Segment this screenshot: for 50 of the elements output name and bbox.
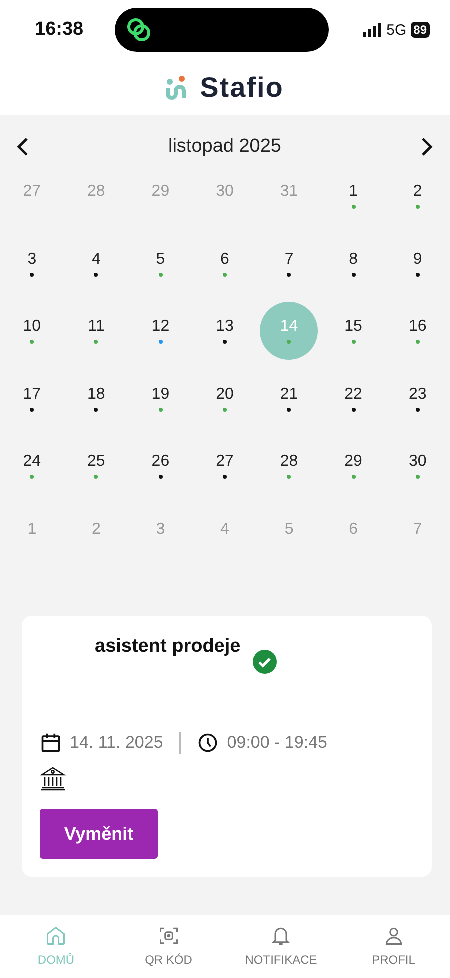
shift-title: asistent prodeje [95, 636, 241, 658]
calendar-day[interactable]: 26 [132, 437, 190, 495]
calendar-day[interactable]: 20 [196, 370, 254, 428]
battery-level: 89 [410, 22, 430, 38]
calendar-day[interactable]: 30 [388, 437, 447, 495]
calendar-day[interactable]: 1 [324, 167, 383, 225]
nav-tab[interactable]: PROFIL [338, 915, 450, 978]
shift-date: 14. 11. 2025 [70, 733, 164, 753]
calendar-day[interactable]: 4 [67, 234, 126, 292]
nav-tab[interactable]: NOTIFIKACE [225, 915, 338, 978]
calendar-day[interactable]: 13 [196, 302, 254, 360]
logo-icon [166, 76, 188, 100]
calendar-icon [40, 732, 62, 754]
home-icon [45, 925, 68, 947]
calendar-day[interactable]: 28 [260, 437, 318, 495]
scan-icon [158, 925, 180, 947]
month-title: listopad 2025 [168, 136, 282, 158]
calendar-day[interactable]: 16 [388, 302, 447, 360]
network-label: 5G [386, 22, 407, 38]
link-icon [125, 16, 153, 44]
calendar-day[interactable]: 3 [3, 234, 62, 292]
calendar-day[interactable]: 12 [132, 302, 190, 360]
status-time: 16:38 [35, 19, 85, 41]
calendar-day[interactable]: 29 [324, 437, 383, 495]
shift-time: 09:00 - 19:45 [227, 733, 328, 753]
calendar-day[interactable]: 10 [3, 302, 62, 360]
calendar-day[interactable]: 11 [67, 302, 126, 360]
calendar-day[interactable]: 5 [132, 234, 190, 292]
calendar-day[interactable]: 17 [3, 370, 62, 428]
calendar-day[interactable]: 25 [67, 437, 126, 495]
calendar-day[interactable]: 7 [260, 234, 318, 292]
signal-icon [362, 23, 383, 37]
calendar-day[interactable]: 19 [132, 370, 190, 428]
calendar-day[interactable]: 18 [67, 370, 126, 428]
calendar-day[interactable]: 6 [196, 234, 254, 292]
calendar-day[interactable]: 2 [388, 167, 447, 225]
building-icon [40, 766, 66, 792]
calendar-day[interactable]: 15 [324, 302, 383, 360]
calendar-day[interactable]: 27 [196, 437, 254, 495]
swap-button[interactable]: Vyměnit [40, 809, 158, 859]
calendar-day[interactable]: 23 [388, 370, 447, 428]
calendar-day[interactable]: 22 [324, 370, 383, 428]
clock-icon [197, 732, 220, 754]
bell-icon [270, 925, 292, 947]
calendar-day[interactable]: 24 [3, 437, 62, 495]
calendar-day[interactable]: 21 [260, 370, 318, 428]
nav-tab[interactable]: QR KÓD [112, 915, 225, 978]
app-logo: Stafio [200, 72, 284, 104]
calendar-day[interactable]: 9 [388, 234, 447, 292]
calendar-day[interactable]: 8 [324, 234, 383, 292]
